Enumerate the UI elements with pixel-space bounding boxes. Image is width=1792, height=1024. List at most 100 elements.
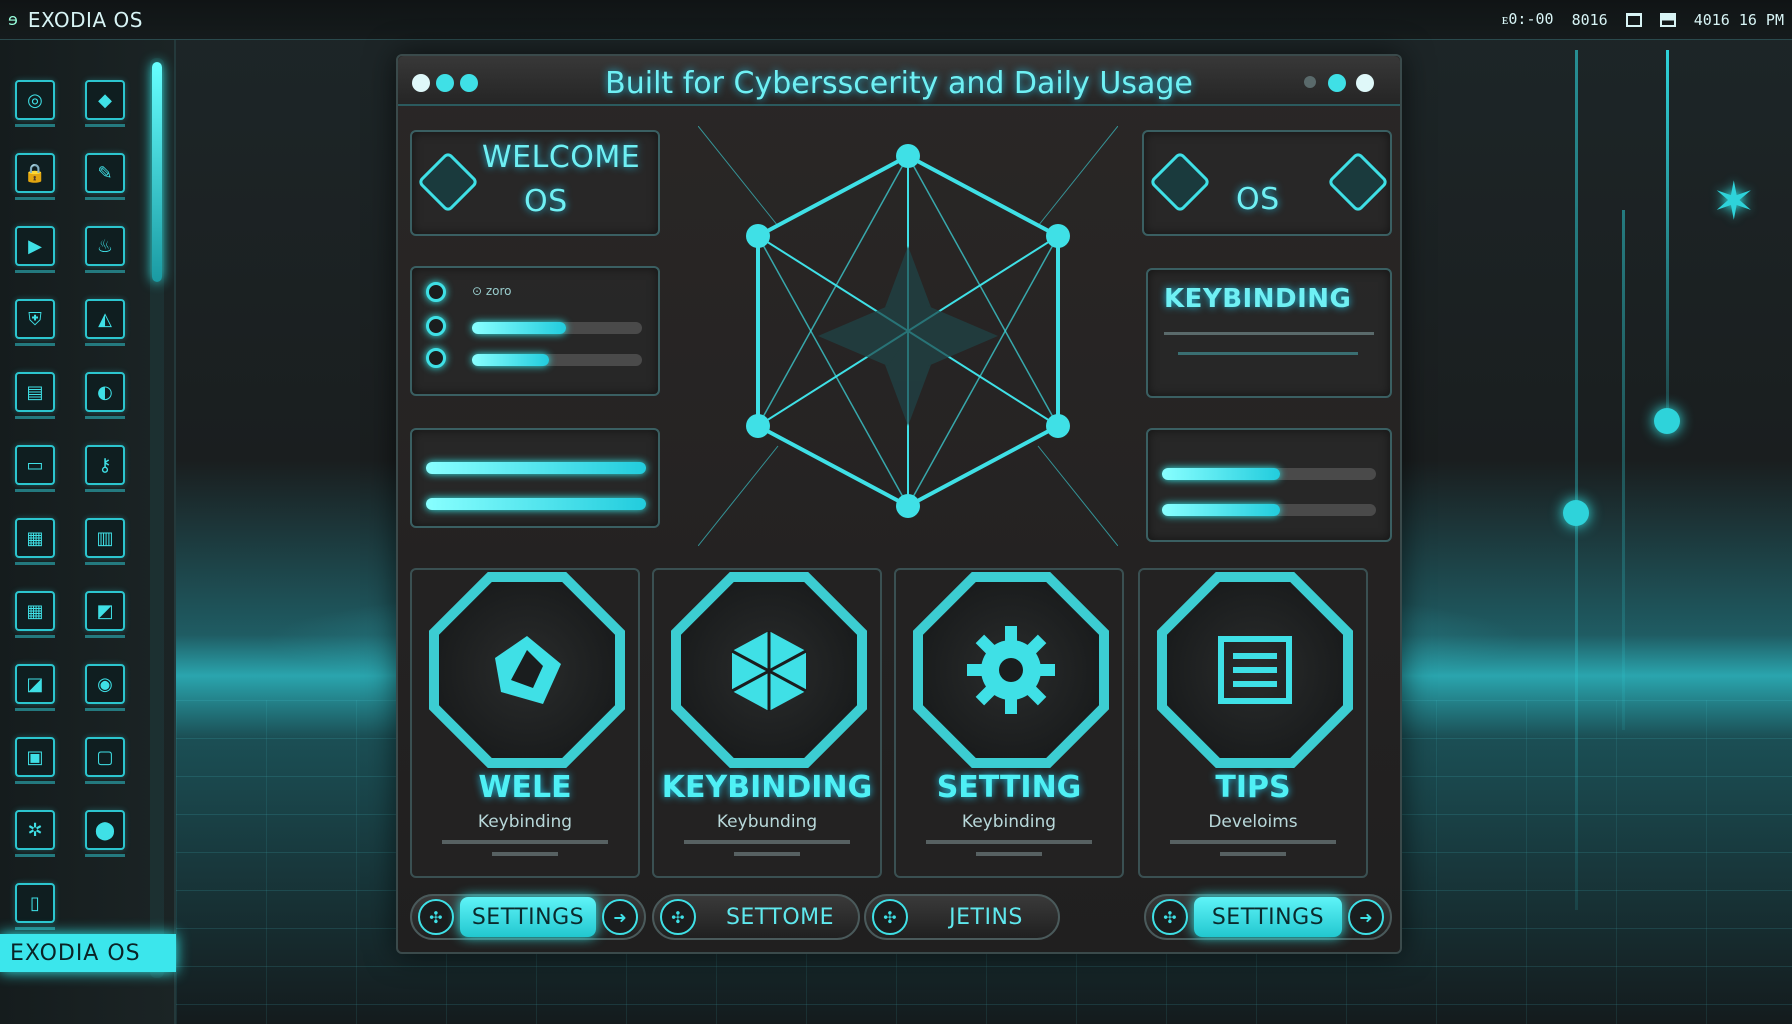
welcome-panel[interactable]: WELCOME OS: [410, 130, 660, 236]
terminal-icon: ▤: [15, 372, 55, 412]
dock-app-label: [85, 562, 125, 565]
pen-icon: ✎: [85, 153, 125, 193]
lock-icon: 🔒: [15, 153, 55, 193]
arrow-icon[interactable]: ➜: [1348, 899, 1384, 935]
dock-app-grid: ◎ ◆ 🔒 ✎ ▶ ♨ ⛨ ◭ ▤ ◐ ▭ ⚷ ▦ ▥ ▦ ◩ ◪ ◉ ▣ ▢ ✲ ⬤ ▯: [0, 80, 140, 930]
card-description-line: [1170, 840, 1336, 844]
dock-app-label: [15, 781, 55, 784]
card-title: TIPS: [1215, 770, 1291, 805]
welcome-title: WELCOME: [482, 140, 641, 175]
dock-app[interactable]: ◪: [0, 664, 70, 711]
dock-app-label: [85, 854, 125, 857]
card-title: SETTING: [936, 770, 1082, 805]
dock-app[interactable]: ▢: [70, 737, 140, 784]
image-icon: ◪: [15, 664, 55, 704]
feature-card[interactable]: SETTING Keybinding: [894, 568, 1124, 878]
dock-app[interactable]: ◎: [0, 80, 70, 127]
keybinding-panel-title: KEYBINDING: [1164, 284, 1352, 314]
dock-app[interactable]: ⛨: [0, 299, 70, 346]
divider: [1164, 332, 1374, 335]
hex-shield-icon: [1148, 150, 1212, 214]
card-action-button[interactable]: ✣ SETTINGS ➜: [1144, 894, 1392, 940]
feature-card[interactable]: KEYBINDING Keybunding: [652, 568, 882, 878]
dock-scrollbar-thumb[interactable]: [152, 62, 162, 282]
button-icon: ✣: [872, 899, 908, 935]
flame-icon: ♨: [85, 226, 125, 266]
dock-app[interactable]: ◭: [70, 299, 140, 346]
right-slider-panel: [1146, 428, 1392, 542]
dock-app-label: [85, 270, 125, 273]
dock-app[interactable]: ⬤: [70, 810, 140, 857]
setting-slider[interactable]: [1162, 502, 1376, 516]
dock-brand-label[interactable]: EXODIA OS: [0, 934, 176, 972]
doc-icon: ▯: [15, 883, 55, 923]
dock-app[interactable]: ▯: [0, 883, 70, 930]
dock-app[interactable]: ◩: [70, 591, 140, 638]
setting-slider[interactable]: [426, 460, 646, 474]
dock-app[interactable]: ▣: [0, 737, 70, 784]
setting-slider[interactable]: [426, 496, 646, 510]
graph-icon: ◩: [85, 591, 125, 631]
datetime[interactable]: 4016 16 PM: [1694, 11, 1784, 29]
card-description-line: [492, 852, 558, 856]
dock-app[interactable]: ▦: [0, 518, 70, 565]
card-description-line: [684, 840, 850, 844]
status-slider[interactable]: [472, 352, 642, 366]
decor-line: [1575, 50, 1578, 910]
left-slider-panel: [410, 428, 660, 528]
decor-line: [1666, 50, 1669, 420]
hex-shield-icon: [1326, 150, 1390, 214]
card-subtitle: Develoims: [1208, 812, 1298, 832]
welcome-os-label: OS: [524, 184, 568, 219]
status-panel: ⊙ zoro: [410, 266, 660, 396]
dock-app[interactable]: ⚷: [70, 445, 140, 492]
dock-app-label: [85, 343, 125, 346]
dock-app[interactable]: ▶: [0, 226, 70, 273]
bars-icon: ▥: [85, 518, 125, 558]
dock-app[interactable]: ▦: [0, 591, 70, 638]
card-action-button[interactable]: ✣ JETINS: [864, 894, 1060, 940]
app-name[interactable]: EXODIA OS: [28, 8, 143, 32]
monitor-icon: ▭: [15, 445, 55, 485]
clock[interactable]: ᴇ0:-00: [1502, 10, 1554, 29]
dock-app-label: [85, 416, 125, 419]
dock-app[interactable]: ♨: [70, 226, 140, 273]
card-action-button[interactable]: ✣ SETTINGS ➜: [410, 894, 646, 940]
feature-card[interactable]: WELE Keybinding: [410, 568, 640, 878]
dock-app[interactable]: ✎: [70, 153, 140, 200]
window-control-dot[interactable]: [1356, 74, 1374, 92]
shield-icon: ⛨: [15, 299, 55, 339]
setting-slider[interactable]: [1162, 466, 1376, 480]
dock-app[interactable]: ◆: [70, 80, 140, 127]
arrow-icon[interactable]: ➜: [602, 899, 638, 935]
dock-app[interactable]: ▤: [0, 372, 70, 419]
card-description-line: [976, 852, 1042, 856]
dock-app[interactable]: ◉: [70, 664, 140, 711]
dock-app-label: [85, 635, 125, 638]
card-subtitle: Keybinding: [961, 812, 1057, 832]
button-icon: ✣: [660, 899, 696, 935]
dock-app[interactable]: ▭: [0, 445, 70, 492]
camera-icon: ▢: [85, 737, 125, 777]
network-icon[interactable]: [1625, 12, 1642, 27]
card-title: KEYBINDING: [661, 770, 873, 805]
moon-icon: ◐: [85, 372, 125, 412]
dock-app-label: [15, 708, 55, 711]
feature-card[interactable]: TIPS Develoims: [1138, 568, 1368, 878]
keybinding-panel[interactable]: KEYBINDING: [1146, 268, 1392, 398]
dock-app[interactable]: 🔒: [0, 153, 70, 200]
window-control-dot[interactable]: [1328, 74, 1346, 92]
button-label: JETINS: [949, 904, 1023, 930]
dock-app[interactable]: ✲: [0, 810, 70, 857]
settings-dot[interactable]: [1304, 76, 1316, 88]
decor-line: [1622, 210, 1625, 730]
window-titlebar[interactable]: Built for Cybersscerity and Daily Usage: [398, 56, 1400, 106]
battery-icon[interactable]: [1659, 12, 1676, 27]
os-panel-title: OS: [1236, 182, 1280, 217]
dock-app[interactable]: ◐: [70, 372, 140, 419]
os-panel[interactable]: OS: [1142, 130, 1392, 236]
card-action-button[interactable]: ✣ SETTOME: [652, 894, 860, 940]
dock-app[interactable]: ▥: [70, 518, 140, 565]
dock-app-label: [15, 270, 55, 273]
status-slider[interactable]: [472, 320, 642, 334]
